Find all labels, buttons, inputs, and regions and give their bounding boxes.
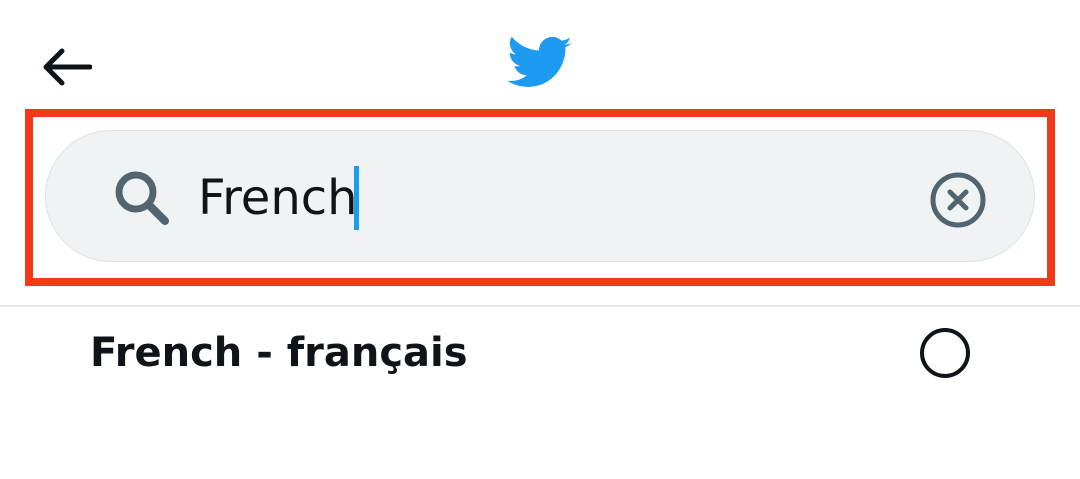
language-search-screen: French - français: [0, 0, 1080, 479]
radio-button[interactable]: [920, 328, 970, 378]
highlight-annotation-frame: [25, 109, 1055, 286]
twitter-bird-icon: [507, 36, 572, 87]
language-option-label: French - français: [90, 330, 468, 376]
divider: [0, 305, 1080, 307]
language-option-row[interactable]: French - français: [0, 308, 1080, 404]
arrow-left-icon: [43, 48, 92, 86]
back-button[interactable]: [36, 40, 96, 94]
